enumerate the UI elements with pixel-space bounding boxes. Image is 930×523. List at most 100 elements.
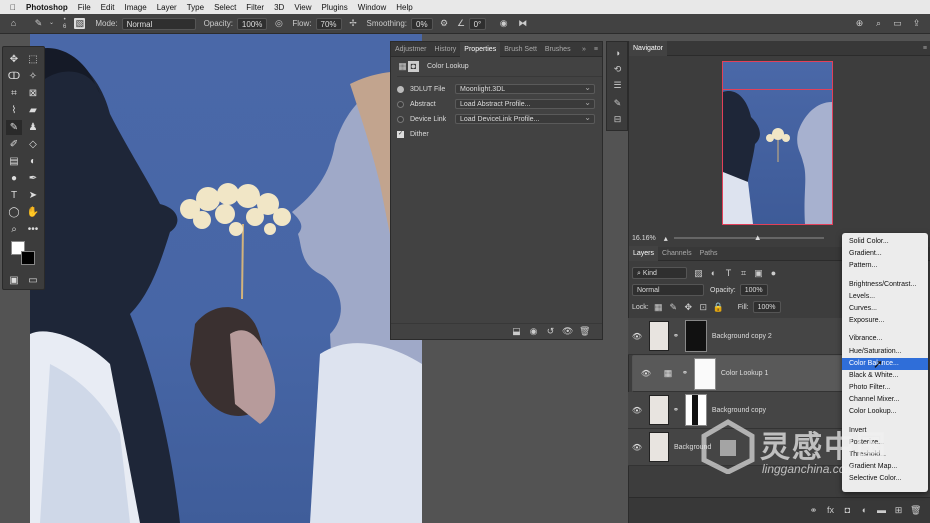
filter-shape-icon[interactable]: ⌗ (738, 268, 749, 279)
menu-item-levels[interactable]: Levels... (842, 291, 928, 303)
new-adjustment-icon[interactable]: ◐ (859, 505, 870, 516)
adjustments-panel-icon[interactable]: ☰ (612, 80, 623, 91)
new-layer-icon[interactable]: ⊞ (893, 505, 904, 516)
tab-properties[interactable]: Properties (460, 41, 501, 57)
filter-toggle-icon[interactable]: ● (768, 268, 779, 279)
pen-tool-icon[interactable]: ✒ (25, 171, 41, 186)
zoom-slider-thumb[interactable]: ▲ (754, 233, 762, 242)
path-selection-icon[interactable]: ➤ (25, 188, 41, 203)
menu-item-brightness-contrast[interactable]: Brightness/Contrast... (842, 279, 928, 291)
menu-image[interactable]: Image (124, 3, 146, 12)
filter-kind-select[interactable]: ⌕ Kind (632, 267, 687, 279)
tab-brushes[interactable]: Brushes (541, 46, 575, 53)
menu-filter[interactable]: Filter (246, 3, 264, 12)
lock-move-icon[interactable]: ✥ (683, 302, 694, 313)
tab-brush-settings[interactable]: Brush Sett (500, 46, 541, 53)
blur-tool-icon[interactable]: ◐ (25, 154, 41, 169)
history-panel-icon[interactable]: ⟲ (612, 64, 623, 75)
trash-icon[interactable]: 🗑 (579, 326, 590, 337)
mask-icon[interactable]: ◘ (408, 61, 419, 72)
screen-mode-icon[interactable]: ▭ (25, 273, 41, 288)
clip-to-layer-icon[interactable]: ⬓ (511, 326, 522, 337)
panel-menu-icon[interactable]: ≡ (590, 46, 602, 53)
zoom-out-icon[interactable]: ▴ (664, 234, 668, 243)
airbrush-icon[interactable]: ✢ (348, 18, 359, 29)
move-tool-icon[interactable]: ✥ (6, 52, 22, 67)
layer-mask-thumbnail[interactable] (684, 320, 707, 352)
brushes-panel-icon[interactable]: ✎ (612, 98, 623, 109)
filter-adjustment-icon[interactable]: ◐ (708, 268, 719, 279)
device-link-dropdown[interactable]: Load DeviceLink Profile... (455, 113, 595, 124)
link-layers-icon[interactable]: ⚭ (808, 505, 819, 516)
layer-name[interactable]: Background copy 2 (712, 333, 772, 340)
menu-3d[interactable]: 3D (274, 3, 284, 12)
menu-plugins[interactable]: Plugins (322, 3, 348, 12)
menu-edit[interactable]: Edit (101, 3, 115, 12)
layer-opacity-field[interactable]: 100% (739, 284, 768, 296)
share-upload-icon[interactable]: ⇪ (911, 18, 922, 29)
lut-file-dropdown[interactable]: Moonlight.3DL (455, 83, 595, 94)
apple-icon[interactable]:  (10, 3, 16, 12)
chevron-down-icon[interactable]: ⌄ (46, 18, 57, 29)
lasso-tool-icon[interactable]: ↀ (6, 69, 22, 84)
pressure-opacity-icon[interactable]: ◎ (273, 18, 284, 29)
navigator-thumbnail[interactable] (722, 61, 833, 225)
link-icon[interactable]: ⚭ (673, 332, 679, 340)
menu-window[interactable]: Window (358, 3, 386, 12)
magic-wand-icon[interactable]: ✧ (25, 69, 41, 84)
navigator-view-box[interactable] (723, 89, 832, 90)
marquee-tool-icon[interactable]: ⬚ (25, 52, 41, 67)
brush-tool-icon[interactable]: ✎ (33, 18, 44, 29)
app-menu[interactable]: Photoshop (26, 3, 68, 12)
brush-tool-icon[interactable]: ✎ (6, 120, 22, 135)
eye-icon[interactable]: 👁 (628, 332, 646, 341)
hand-tool-icon[interactable]: ✋ (25, 205, 41, 220)
lock-artboard-icon[interactable]: ⊡ (698, 302, 709, 313)
fill-field[interactable]: 100% (752, 301, 781, 313)
angle-field[interactable]: 0° (468, 17, 487, 30)
brush-settings-panel-icon[interactable]: ⊟ (612, 114, 623, 125)
layer-name[interactable]: Color Lookup 1 (721, 368, 768, 379)
filter-pixel-icon[interactable]: ▨ (693, 268, 704, 279)
menu-item-color-balance[interactable]: Color Balance... (842, 357, 928, 370)
share-icon[interactable]: ⊕ (854, 18, 865, 29)
background-color-swatch[interactable] (21, 251, 35, 265)
ellipse-tool-icon[interactable]: ◯ (6, 205, 22, 220)
home-icon[interactable]: ⌂ (8, 18, 19, 29)
view-previous-icon[interactable]: ◉ (528, 326, 539, 337)
menu-view[interactable]: View (294, 3, 311, 12)
eraser-icon[interactable]: ◇ (25, 137, 41, 152)
brush-preset-picker[interactable]: • 6 (63, 17, 66, 31)
pressure-size-icon[interactable]: ◉ (498, 18, 509, 29)
stamp-tool-icon[interactable]: ♟ (25, 120, 41, 135)
navigator-menu-icon[interactable]: ≡ (919, 45, 930, 52)
delete-layer-icon[interactable]: 🗑 (910, 505, 921, 516)
menu-item-hue-saturation[interactable]: Hue/Saturation... (842, 346, 928, 358)
menu-help[interactable]: Help (396, 3, 412, 12)
smoothing-field[interactable]: 0% (411, 17, 433, 30)
healing-brush-icon[interactable]: ▰ (25, 103, 41, 118)
new-group-icon[interactable]: ▬ (876, 505, 887, 516)
mode-select[interactable]: Normal (121, 17, 196, 30)
opacity-field[interactable]: 100% (236, 17, 268, 30)
more-tools-icon[interactable]: ••• (25, 222, 41, 237)
menu-item-vibrance[interactable]: Vibrance... (842, 333, 928, 345)
abstract-dropdown[interactable]: Load Abstract Profile... (455, 98, 595, 109)
crop-tool-icon[interactable]: ⌗ (6, 86, 22, 101)
workspace-icon[interactable]: ▭ (892, 18, 903, 29)
menu-type[interactable]: Type (187, 3, 204, 12)
history-brush-icon[interactable]: ✐ (6, 137, 22, 152)
reset-icon[interactable]: ↺ (545, 326, 556, 337)
type-tool-icon[interactable]: T (6, 188, 22, 203)
filter-type-icon[interactable]: T (723, 268, 734, 279)
search-icon[interactable]: ⌕ (873, 18, 884, 29)
color-panel-icon[interactable]: ◑ (612, 48, 623, 59)
lut-file-radio[interactable] (397, 85, 404, 93)
tab-channels[interactable]: Channels (658, 250, 696, 257)
layer-row[interactable]: 👁 ▦ ⚭ Color Lookup 1 (632, 355, 872, 392)
tab-paths[interactable]: Paths (696, 250, 722, 257)
abstract-radio[interactable] (397, 100, 404, 108)
eyedropper-icon[interactable]: ⌇ (6, 103, 22, 118)
zoom-value[interactable]: 16.16% (632, 235, 656, 242)
menu-item-solid-color[interactable]: Solid Color... (842, 236, 928, 248)
